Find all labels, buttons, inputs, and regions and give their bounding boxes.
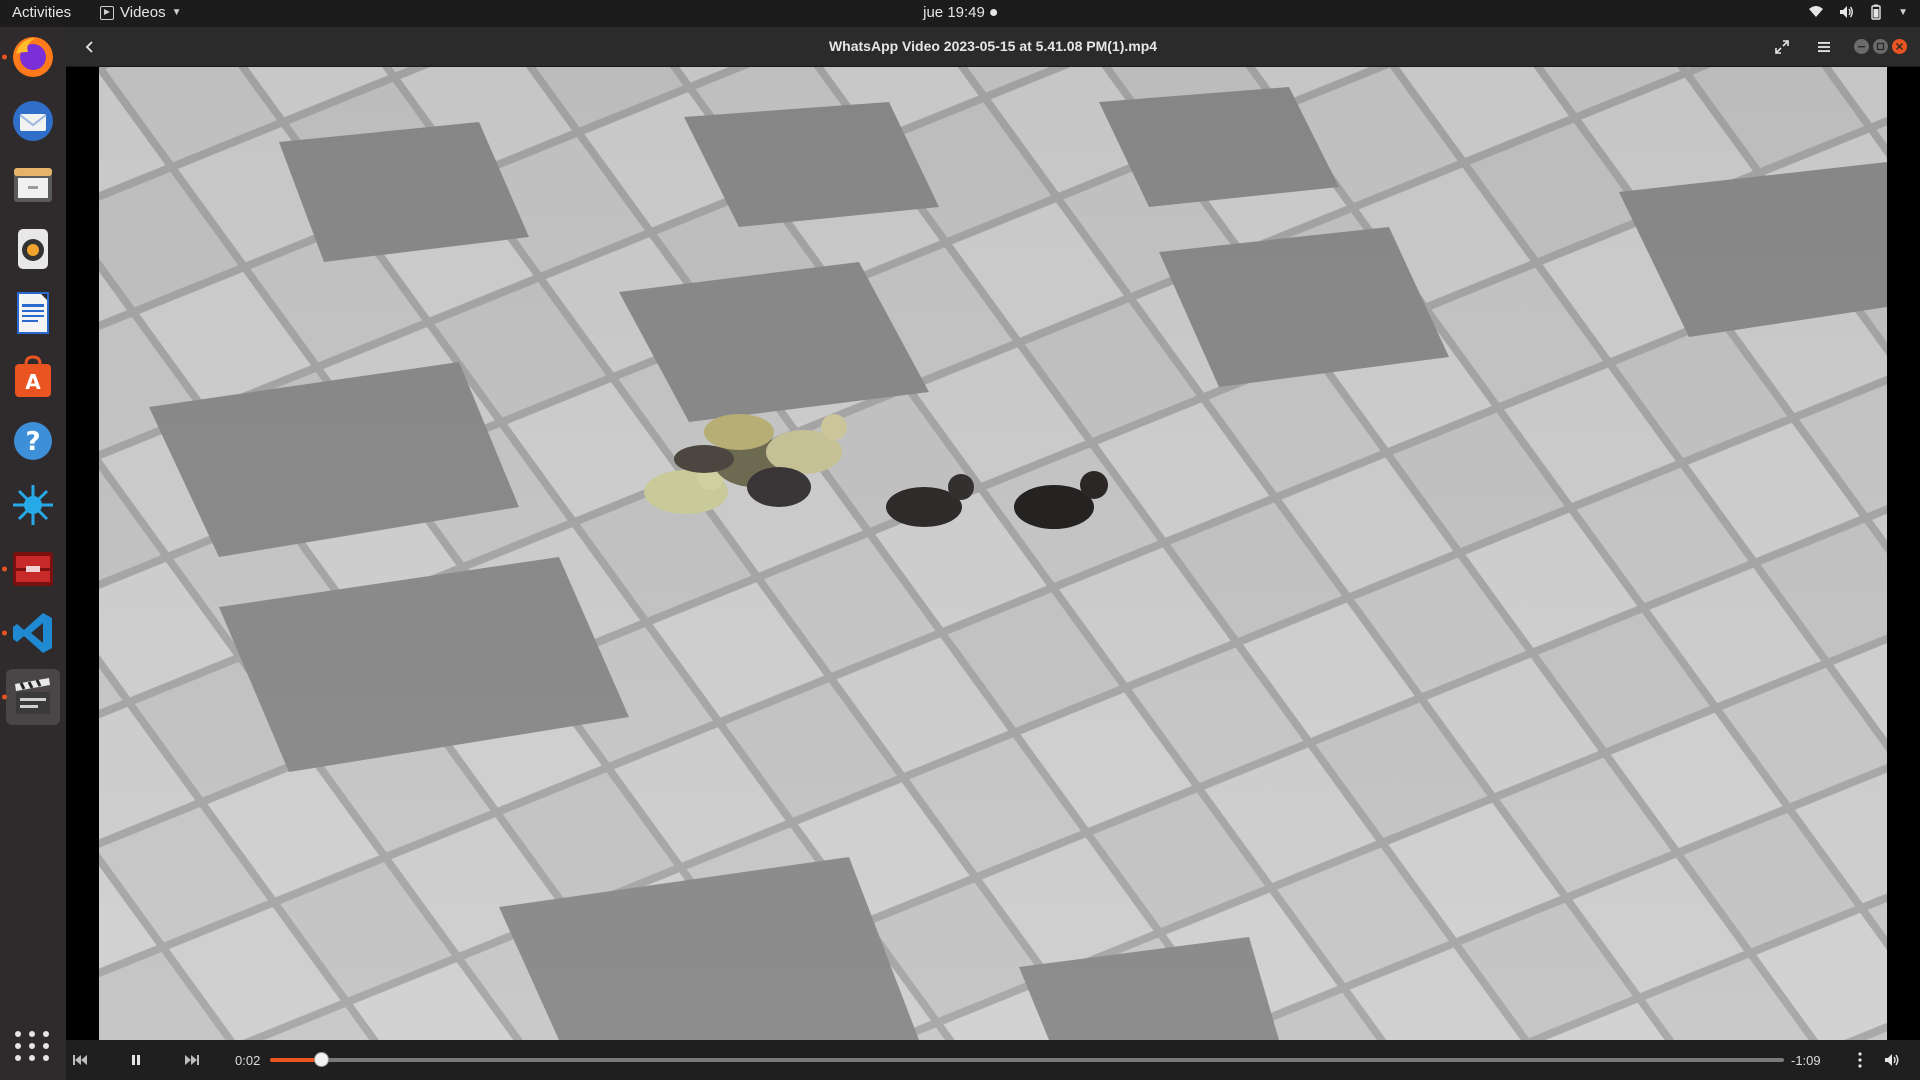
window-controls bbox=[1854, 39, 1907, 54]
battery-icon bbox=[1871, 4, 1881, 20]
playback-controls: 0:02 -1:09 bbox=[66, 1040, 1920, 1080]
video-frame[interactable] bbox=[99, 67, 1887, 1040]
volume-button[interactable] bbox=[1878, 1046, 1906, 1074]
svg-text:A: A bbox=[25, 370, 41, 394]
files-icon bbox=[14, 168, 52, 202]
maximize-button[interactable] bbox=[1873, 39, 1888, 54]
elapsed-time: 0:02 bbox=[235, 1053, 261, 1068]
skip-next-icon bbox=[185, 1055, 199, 1065]
play-pause-button[interactable] bbox=[122, 1046, 150, 1074]
software-icon: A bbox=[15, 355, 51, 397]
notification-dot-icon bbox=[989, 9, 997, 16]
volume-icon bbox=[1885, 1054, 1899, 1066]
video-area[interactable] bbox=[66, 67, 1920, 1040]
firefox-icon bbox=[13, 37, 53, 77]
clock-label: jue 19:49 bbox=[923, 4, 985, 21]
hamburger-menu-icon bbox=[1818, 42, 1830, 52]
hamburger-menu-button[interactable] bbox=[1808, 32, 1840, 62]
close-button[interactable] bbox=[1892, 39, 1907, 54]
pause-icon bbox=[132, 1055, 140, 1065]
running-indicator bbox=[2, 630, 7, 636]
top-bar: Activities Videos ▼ jue 19:49 ▼ bbox=[0, 0, 1920, 27]
previous-button[interactable] bbox=[66, 1046, 94, 1074]
skip-previous-icon bbox=[73, 1055, 87, 1065]
videos-app-icon bbox=[100, 5, 114, 20]
show-applications-icon[interactable] bbox=[13, 1026, 53, 1066]
kebab-menu-icon bbox=[1858, 1052, 1862, 1068]
dock-item-videos[interactable] bbox=[2, 669, 60, 725]
close-icon bbox=[1895, 42, 1904, 51]
activities-button[interactable]: Activities bbox=[12, 4, 71, 21]
dock-item-vscode[interactable] bbox=[2, 605, 60, 661]
system-tray[interactable]: ▼ bbox=[1808, 4, 1908, 20]
remaining-time: -1:09 bbox=[1791, 1053, 1821, 1068]
app-menu[interactable]: Videos ▼ bbox=[100, 4, 182, 21]
thunderbird-icon bbox=[13, 101, 53, 141]
minimize-icon bbox=[1858, 46, 1865, 48]
chevron-down-icon: ▼ bbox=[171, 7, 182, 18]
dock-item-software[interactable]: A bbox=[6, 349, 60, 405]
seek-bar-handle[interactable] bbox=[314, 1052, 330, 1067]
dock: A ? bbox=[0, 27, 66, 1080]
dock-item-rhythmbox[interactable] bbox=[6, 221, 60, 277]
system-menu-chevron-icon: ▼ bbox=[1898, 6, 1908, 18]
running-indicator bbox=[2, 54, 7, 60]
help-icon: ? bbox=[14, 422, 52, 460]
minimize-button[interactable] bbox=[1854, 39, 1869, 54]
maximize-icon bbox=[1876, 42, 1885, 51]
dock-item-thunderbird[interactable] bbox=[6, 93, 60, 149]
fullscreen-icon bbox=[1775, 40, 1789, 54]
header-bar: WhatsApp Video 2023-05-15 at 5.41.08 PM(… bbox=[66, 27, 1920, 67]
videos-icon bbox=[15, 678, 50, 714]
red-app-icon bbox=[13, 552, 53, 586]
splash-icon bbox=[13, 485, 53, 525]
running-indicator bbox=[2, 566, 7, 572]
running-indicator bbox=[2, 694, 7, 700]
seek-bar[interactable] bbox=[270, 1052, 1784, 1067]
window-title: WhatsApp Video 2023-05-15 at 5.41.08 PM(… bbox=[828, 38, 1158, 54]
dock-item-splash[interactable] bbox=[6, 477, 60, 533]
rhythmbox-icon bbox=[18, 229, 48, 269]
fullscreen-button[interactable] bbox=[1766, 32, 1798, 62]
more-options-button[interactable] bbox=[1846, 1046, 1874, 1074]
svg-text:?: ? bbox=[25, 427, 40, 457]
app-menu-label: Videos bbox=[120, 4, 166, 21]
dock-item-files[interactable] bbox=[6, 157, 60, 213]
videos-window: WhatsApp Video 2023-05-15 at 5.41.08 PM(… bbox=[66, 27, 1920, 1080]
dock-item-writer[interactable] bbox=[6, 285, 60, 341]
dock-item-help[interactable]: ? bbox=[6, 413, 60, 469]
dock-item-firefox[interactable] bbox=[2, 29, 60, 85]
dock-item-red-app[interactable] bbox=[2, 541, 60, 597]
clock[interactable]: jue 19:49 bbox=[923, 4, 997, 21]
wifi-icon bbox=[1809, 6, 1824, 17]
volume-icon bbox=[1840, 6, 1854, 18]
writer-icon bbox=[17, 292, 49, 334]
vscode-icon bbox=[13, 613, 52, 653]
next-button[interactable] bbox=[178, 1046, 206, 1074]
